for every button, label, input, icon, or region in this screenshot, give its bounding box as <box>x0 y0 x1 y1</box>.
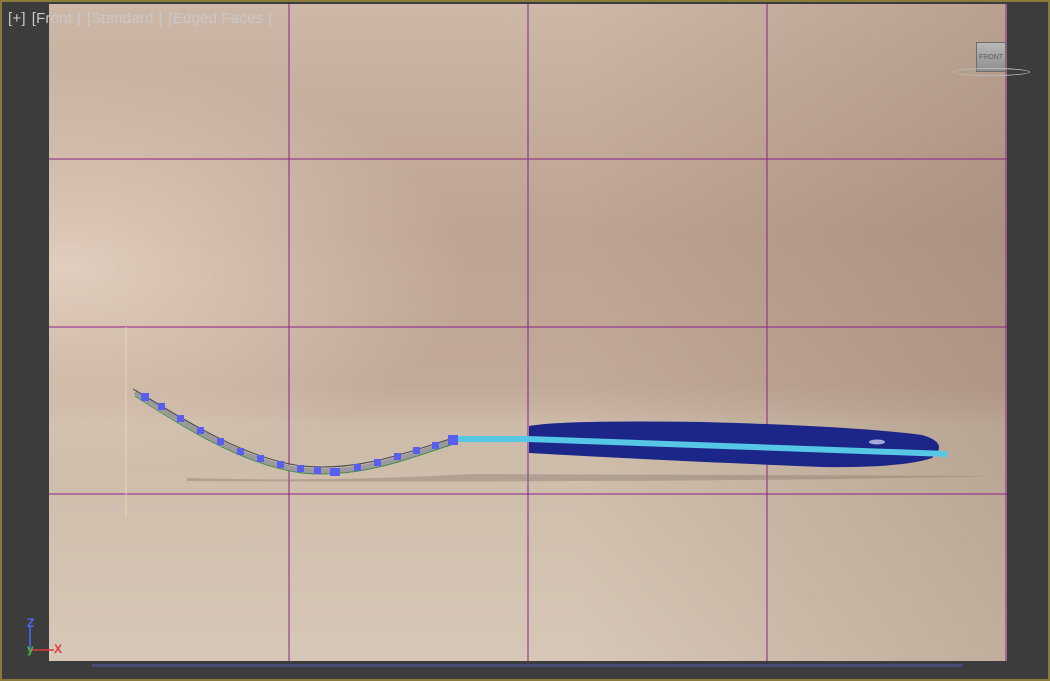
viewport-display-menu[interactable]: [Edged Faces ] <box>168 10 272 27</box>
vertex-marker[interactable] <box>394 453 401 460</box>
front-viewport[interactable]: [+] [Front ] [Standard ] [Edged Faces ] FRO… <box>0 0 1050 681</box>
vertex-marker[interactable] <box>277 461 284 468</box>
vertex-marker[interactable] <box>257 455 264 462</box>
spline-vertices[interactable] <box>141 393 458 476</box>
spoon-bowl-edge <box>134 395 458 475</box>
vertex-marker[interactable] <box>217 438 224 445</box>
handle-highlight <box>869 439 885 445</box>
viewcube-compass-ring[interactable] <box>952 68 1030 76</box>
vertex-marker[interactable] <box>297 465 304 472</box>
object-shadow <box>187 474 992 482</box>
vertex-marker[interactable] <box>354 464 361 471</box>
viewport-view-menu[interactable]: [Front ] <box>32 10 81 27</box>
vertex-marker[interactable] <box>314 467 321 474</box>
vertex-marker[interactable] <box>432 442 439 449</box>
vertex-marker[interactable] <box>237 448 244 455</box>
x-axis-label: X <box>54 642 63 656</box>
viewport-canvas[interactable] <box>2 2 1050 681</box>
vertex-marker[interactable] <box>197 427 204 434</box>
vertex-marker[interactable] <box>448 435 458 445</box>
vertex-marker[interactable] <box>177 415 184 422</box>
viewport-plus-menu[interactable]: [+] <box>8 10 26 27</box>
viewcube[interactable]: FRONT <box>950 40 1032 84</box>
viewport-label-menu: [+] [Front ] [Standard ] [Edged Faces ] <box>8 10 278 27</box>
viewport-grid <box>49 4 1007 661</box>
bottom-strip <box>92 664 962 667</box>
vertex-marker[interactable] <box>141 393 149 401</box>
vertex-marker[interactable] <box>413 447 420 454</box>
vertex-marker[interactable] <box>374 459 381 466</box>
viewport-shading-menu[interactable]: [Standard ] <box>87 10 163 27</box>
vertex-marker[interactable] <box>330 468 340 476</box>
z-axis-label: Z <box>27 616 35 630</box>
axis-tripod: Z y X <box>20 614 70 660</box>
y-axis-label: y <box>27 642 34 656</box>
vertex-marker[interactable] <box>158 403 165 410</box>
